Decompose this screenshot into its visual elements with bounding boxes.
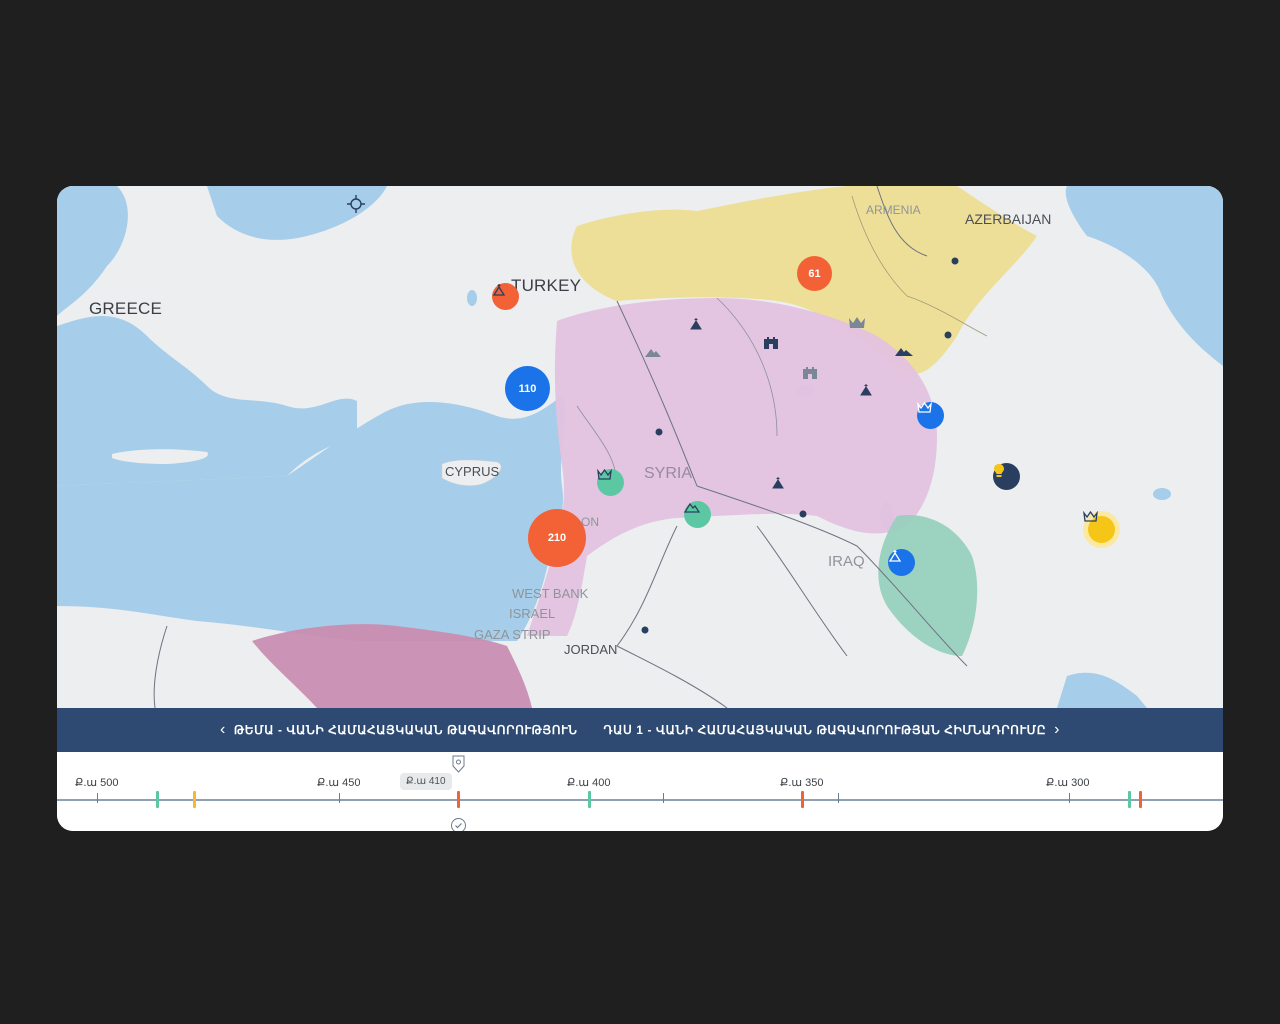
timeline-event[interactable] xyxy=(801,791,804,808)
label-west-bank: WEST BANK xyxy=(512,586,589,601)
cluster-count: 110 xyxy=(518,382,537,395)
label-iraq: IRAQ xyxy=(828,553,865,570)
label-cyprus: CYPRUS xyxy=(445,464,500,479)
label-azerbaijan: AZERBAIJAN xyxy=(965,211,1052,227)
timeline-tick xyxy=(97,793,98,803)
chevron-right-icon[interactable]: › xyxy=(1046,721,1068,739)
mountain-icon[interactable] xyxy=(644,346,662,358)
label-turkey: TURKEY xyxy=(511,276,582,295)
timeline-tick xyxy=(1069,793,1070,803)
cluster-marker-110[interactable]: 110 xyxy=(505,366,550,411)
label-israel: ISRAEL xyxy=(509,606,556,621)
map-canvas[interactable] xyxy=(57,186,1223,708)
timeline-event[interactable] xyxy=(156,791,159,808)
church-marker-icon[interactable] xyxy=(888,549,915,576)
timeline-label: Ք.ա 500 xyxy=(75,777,119,789)
map-card: TURKEY GREECE CYPRUS SYRIA ARMENIA AZERB… xyxy=(57,186,1223,831)
fortress-icon[interactable] xyxy=(763,336,779,350)
mountain-marker-icon[interactable] xyxy=(684,501,711,528)
timeline-tick xyxy=(339,793,340,803)
cluster-marker-61[interactable]: 61 xyxy=(797,256,832,291)
timeline-label: Ք.ա 400 xyxy=(567,777,611,789)
lesson-navbar: ‹ ԹԵՄԱ - ՎԱՆԻ ՀԱՄԱՀԱՅԿԱԿԱՆ ԹԱԳԱՎՈՐՈՒԹՅՈՒ… xyxy=(57,708,1223,752)
cluster-marker-210[interactable]: 210 xyxy=(528,509,586,567)
fortress-icon[interactable] xyxy=(802,366,818,380)
crown-icon[interactable] xyxy=(848,316,866,330)
church-marker-icon[interactable] xyxy=(492,283,519,310)
clock-icon[interactable] xyxy=(450,817,467,831)
timeline-tick xyxy=(838,793,839,803)
mountain-icon[interactable] xyxy=(894,345,914,357)
timeline-event[interactable] xyxy=(1128,791,1131,808)
timeline-handle-icon[interactable] xyxy=(451,755,466,773)
timeline[interactable]: Ք.ա 500 Ք.ա 450 Ք.ա 400 Ք.ա 350 Ք.ա 300 … xyxy=(57,752,1223,831)
cluster-count: 210 xyxy=(547,532,567,544)
lightbulb-marker-icon[interactable] xyxy=(993,463,1020,490)
label-jordan: JORDAN xyxy=(564,642,618,657)
topic-title[interactable]: ԹԵՄԱ - ՎԱՆԻ ՀԱՄԱՀԱՅԿԱԿԱՆ ԹԱԳԱՎՈՐՈՒԹՅՈՒՆ xyxy=(234,723,578,737)
timeline-event[interactable] xyxy=(588,791,591,808)
church-icon[interactable] xyxy=(689,317,703,331)
timeline-label: Ք.ա 350 xyxy=(780,777,824,789)
label-greece: GREECE xyxy=(89,299,162,318)
timeline-label: Ք.ա 450 xyxy=(317,777,361,789)
timeline-current-year: Ք.ա 410 xyxy=(400,773,452,790)
timeline-event[interactable] xyxy=(193,791,196,808)
crown-marker-icon[interactable] xyxy=(917,402,944,429)
crown-marker-icon[interactable] xyxy=(597,469,624,496)
lesson-title[interactable]: ԴԱՍ 1 - ՎԱՆԻ ՀԱՄԱՀԱՅԿԱԿԱՆ ԹԱԳԱՎՈՐՈՒԹՅԱՆ … xyxy=(604,723,1047,737)
timeline-axis xyxy=(57,799,1223,801)
crown-marker-highlight-icon[interactable] xyxy=(1083,511,1120,548)
timeline-event[interactable] xyxy=(457,791,460,808)
timeline-tick xyxy=(663,793,664,803)
timeline-event[interactable] xyxy=(1139,791,1142,808)
label-syria: SYRIA xyxy=(644,465,693,482)
label-armenia: ARMENIA xyxy=(866,203,921,217)
cluster-count: 61 xyxy=(808,267,821,280)
timeline-label: Ք.ա 300 xyxy=(1046,777,1090,789)
label-gaza-strip: GAZA STRIP xyxy=(474,627,551,642)
church-icon[interactable] xyxy=(859,383,873,397)
chevron-left-icon[interactable]: ‹ xyxy=(212,721,234,739)
church-icon[interactable] xyxy=(771,476,785,490)
map-view[interactable]: TURKEY GREECE CYPRUS SYRIA ARMENIA AZERB… xyxy=(57,186,1223,708)
